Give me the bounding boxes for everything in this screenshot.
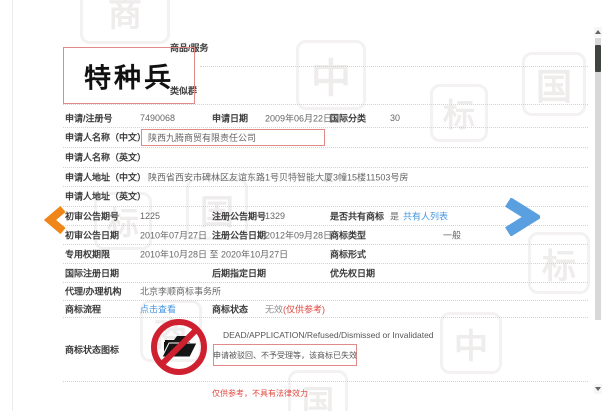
- scroll-up-icon[interactable]: [594, 27, 602, 37]
- next-arrow-icon[interactable]: [502, 198, 540, 236]
- process-label: 商标流程: [65, 304, 102, 314]
- trademark-detail-page: 商 中 国 标 国 标 标 商 中 国 特种兵 商品/服务 类似群 申请/注册号…: [0, 0, 612, 411]
- reg-pub-date-value: 2012年09月28日: [265, 230, 333, 240]
- tm-type-value: 一般: [443, 230, 462, 240]
- priority-date-label: 优先权日期: [330, 268, 376, 278]
- tm-form-label: 商标形式: [330, 249, 367, 259]
- status-label: 商标状态: [212, 304, 249, 314]
- trademark-image-annotation-box: 特种兵: [63, 47, 195, 104]
- term-label: 专用权期限: [65, 249, 111, 259]
- table-row: 商标流程 点击查看 商标状态 无效(仅供参考): [63, 300, 588, 318]
- addr-en-label: 申请人地址（英文）: [65, 191, 147, 202]
- reg-pub-date-label: 注册公告日期: [212, 230, 267, 240]
- first-pub-date-label: 初审公告日期: [65, 230, 120, 240]
- scroll-down-icon[interactable]: [594, 384, 602, 394]
- reg-no-value: 7490068: [140, 112, 176, 123]
- first-pub-no-value: 1225: [140, 210, 161, 221]
- table-row: 申请/注册号 7490068 申请日期 2009年06月22日 国际分类 30: [63, 108, 588, 128]
- table-row: 专用权期限 2010年10月28日 至 2020年10月27日 商标形式: [63, 244, 588, 264]
- reg-no-label: 申请/注册号: [65, 113, 113, 123]
- is-shared-value: 是: [390, 211, 400, 221]
- late-designation-label: 后期指定日期: [212, 268, 267, 278]
- applicant-name-annotation-box: 陕西九腾商贸有限责任公司: [141, 129, 325, 146]
- trademark-image-text: 特种兵: [83, 62, 175, 95]
- intl-reg-date-label: 国际注册日期: [65, 268, 120, 278]
- scrollbar-thumb[interactable]: [595, 45, 601, 72]
- dead-trademark-prohibition-folder-icon: [151, 319, 207, 375]
- status-chinese-text: 申请被驳回、不予受理等，该商标已失效: [213, 350, 357, 360]
- reg-pub-no-value: 1329: [265, 210, 286, 221]
- co-owner-list-link[interactable]: 共有人列表: [403, 209, 448, 222]
- status-value: 无效: [265, 304, 284, 314]
- intl-class-label: 国际分类: [330, 113, 367, 123]
- applicant-en-label: 申请人名称（英文）: [65, 152, 147, 163]
- addr-cn-label: 申请人地址（中文）: [65, 172, 147, 182]
- status-english-text: DEAD/APPLICATION/Refused/Dismissed or In…: [223, 330, 434, 340]
- page-left-border: [12, 0, 13, 411]
- first-pub-date-value: 2010年07月27日: [140, 230, 208, 240]
- apply-date-label: 申请日期: [212, 113, 249, 123]
- watermark-seal: 中: [296, 40, 366, 110]
- watermark-seal: 商: [80, 0, 170, 44]
- status-chinese-annotation-box: 申请被驳回、不予受理等，该商标已失效: [213, 344, 357, 366]
- apply-date-value: 2009年06月22日: [265, 113, 333, 123]
- applicant-cn-label: 申请人名称（中文）: [65, 132, 147, 143]
- agency-value: 北京李顺商标事务所: [140, 286, 222, 297]
- first-pub-no-label: 初审公告期号: [65, 211, 120, 221]
- row-divider: [200, 66, 588, 67]
- table-row: 申请人地址（中文） 陕西省西安市碑林区友谊东路1号贝特智能大厦3幢15楼1150…: [63, 167, 588, 187]
- intl-class-value: 30: [390, 112, 401, 123]
- agency-label: 代理/办理机构: [65, 286, 122, 297]
- tm-type-label: 商标类型: [330, 230, 367, 240]
- table-row: 申请人名称（中文） 陕西九腾商贸有限责任公司: [63, 127, 588, 148]
- disclaimer-note: 仅供参考，不具有法律效力: [212, 389, 308, 398]
- row-divider: [63, 104, 588, 105]
- watermark-char: 中: [311, 57, 351, 101]
- table-row: 代理/办理机构 北京李顺商标事务所: [63, 282, 588, 301]
- watermark-char: 商: [108, 0, 142, 34]
- status-note: (仅供参考): [283, 304, 326, 314]
- addr-cn-value: 陕西省西安市碑林区友谊东路1号贝特智能大厦3幢15楼11503号房: [148, 172, 409, 182]
- applicant-cn-value: 陕西九腾商贸有限责任公司: [148, 133, 257, 143]
- scrollbar[interactable]: [594, 0, 602, 411]
- table-row: 申请人名称（英文）: [63, 147, 588, 168]
- prev-arrow-icon[interactable]: [44, 206, 66, 234]
- term-value: 2010年10月28日 至 2020年10月27日: [140, 249, 289, 259]
- reg-pub-no-label: 注册公告期号: [212, 211, 267, 221]
- status-icon-label: 商标状态图标: [65, 345, 120, 355]
- is-shared-label: 是否共有商标: [330, 211, 385, 221]
- table-row: 国际注册日期 后期指定日期 优先权日期: [63, 263, 588, 283]
- watermark-seal: 国: [522, 52, 586, 116]
- process-view-link[interactable]: 点击查看: [140, 302, 176, 315]
- scrollbar-track[interactable]: [595, 38, 601, 320]
- status-icon-row: 商标状态图标 DEAD/APPLICATION/Refused/Dismisse…: [63, 317, 588, 382]
